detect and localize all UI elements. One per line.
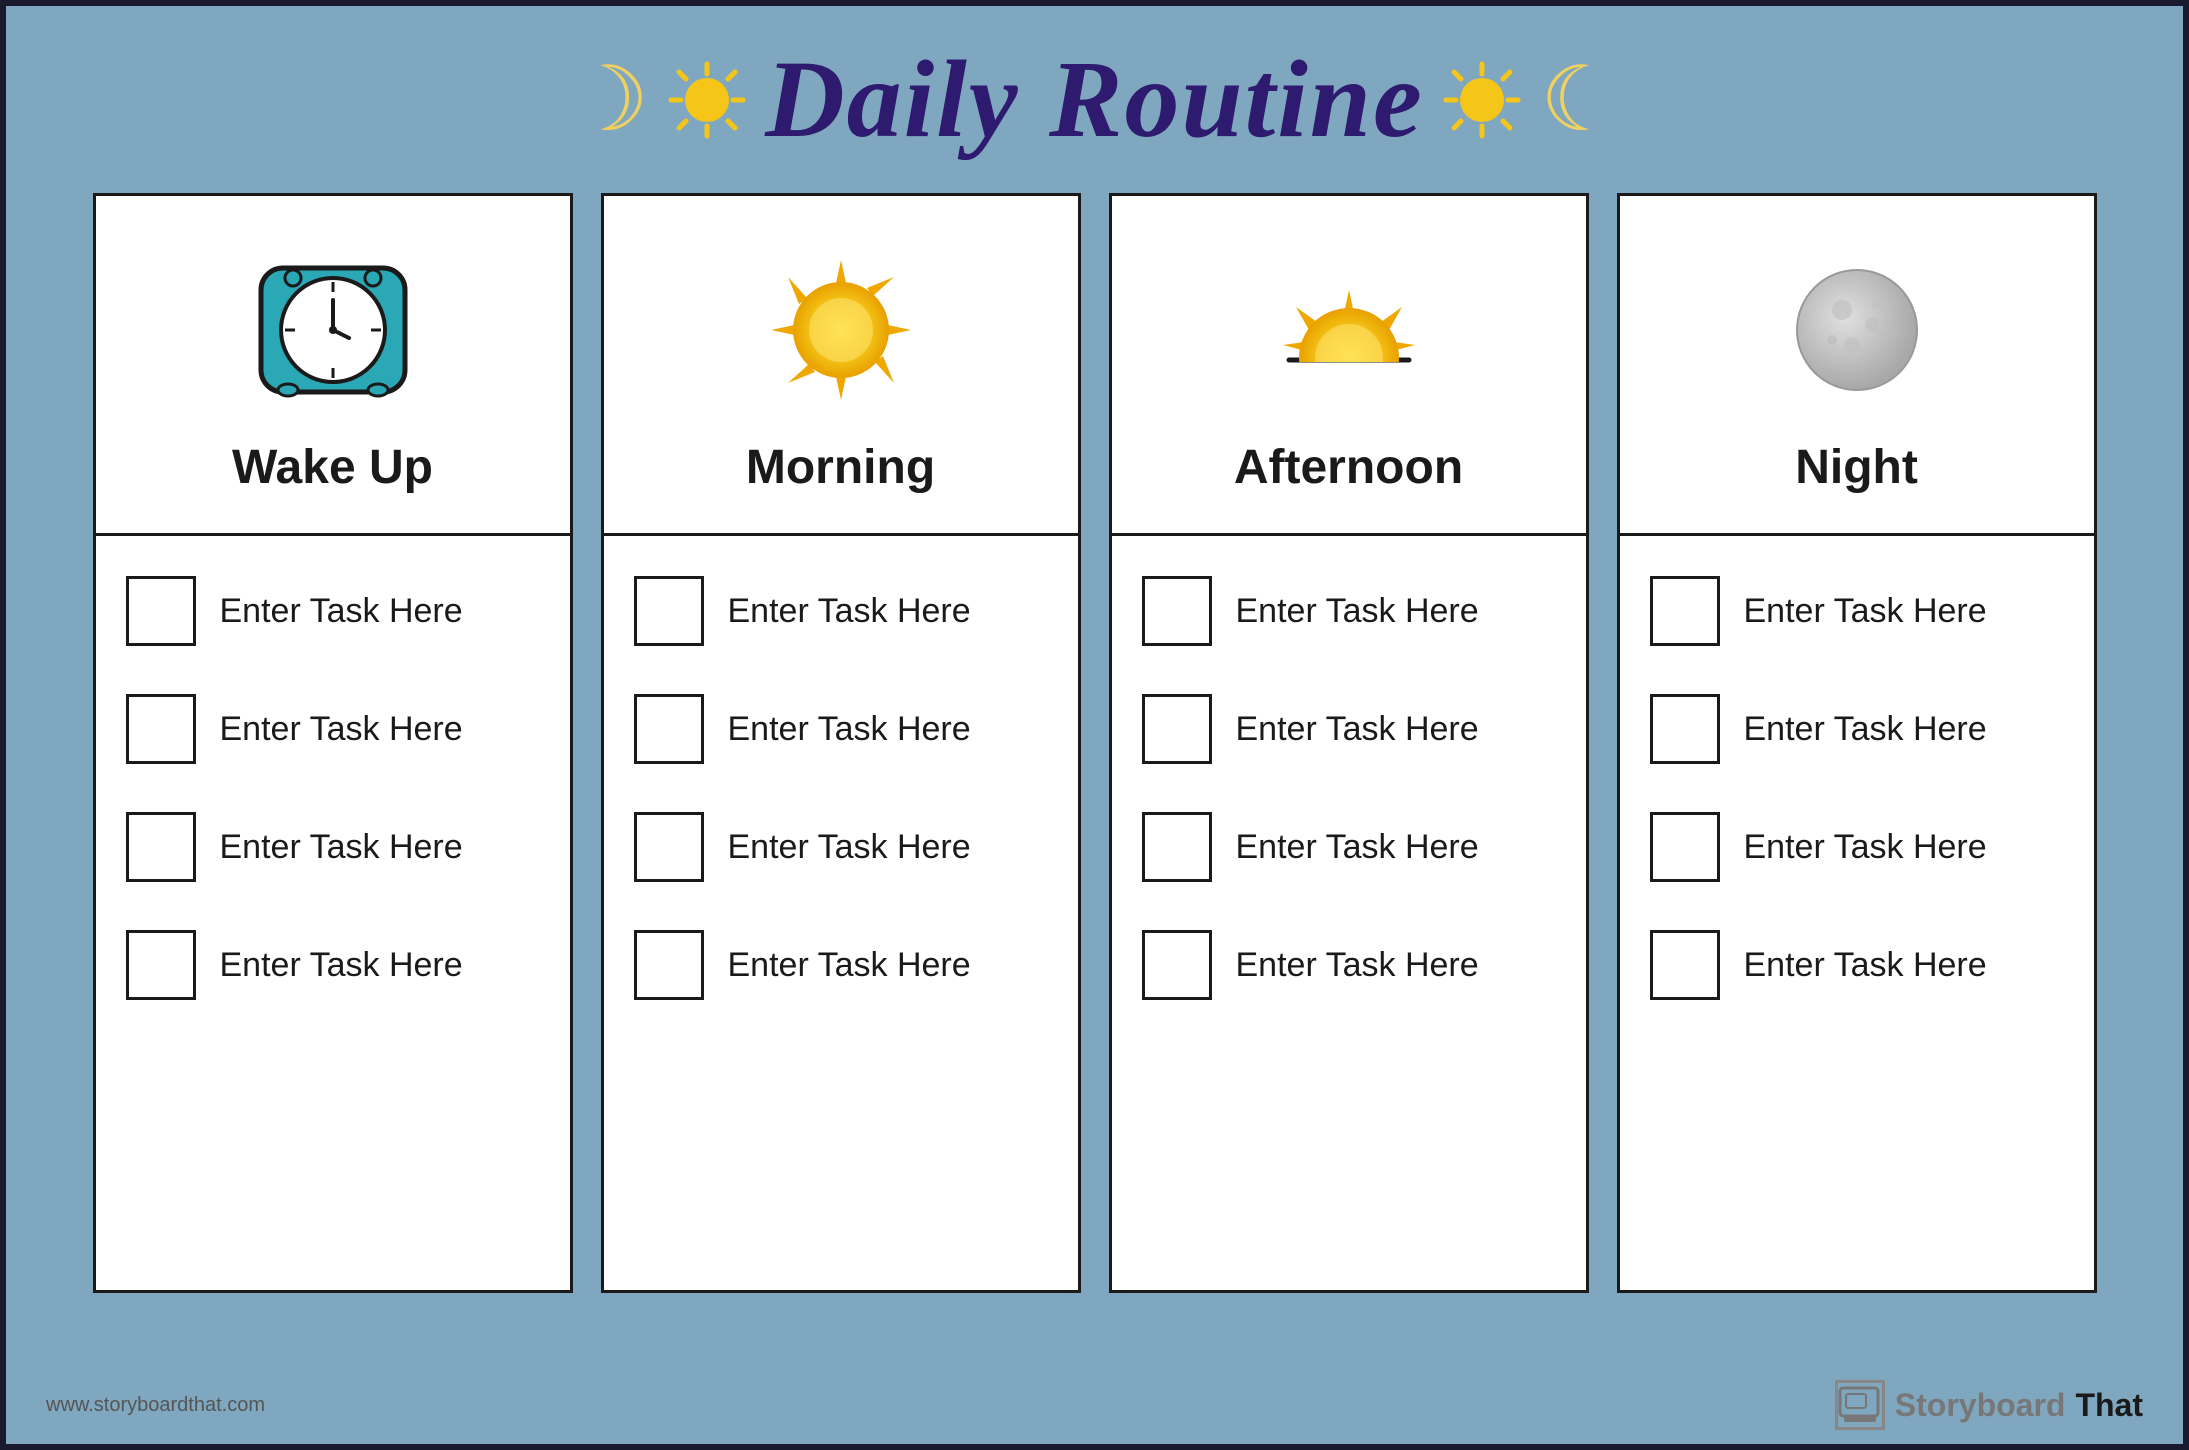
task-label-15: Enter Task Here <box>1744 828 1987 867</box>
morning-icon <box>751 240 931 420</box>
right-moon-icon: ☽ <box>1540 55 1621 145</box>
column-night-header: Night <box>1620 196 2094 536</box>
list-item: Enter Task Here <box>634 930 1048 1000</box>
task-label-1: Enter Task Here <box>220 592 463 631</box>
list-item: Enter Task Here <box>1142 576 1556 646</box>
column-afternoon-header: Afternoon <box>1112 196 1586 536</box>
list-item: Enter Task Here <box>1650 930 2064 1000</box>
task-checkbox-15[interactable] <box>1650 812 1720 882</box>
list-item: Enter Task Here <box>1650 812 2064 882</box>
list-item: Enter Task Here <box>1650 576 2064 646</box>
task-label-16: Enter Task Here <box>1744 946 1987 985</box>
task-checkbox-12[interactable] <box>1142 930 1212 1000</box>
task-checkbox-8[interactable] <box>634 930 704 1000</box>
page-header: ☽ Daily Routine ☽ <box>6 6 2183 183</box>
task-checkbox-7[interactable] <box>634 812 704 882</box>
list-item: Enter Task Here <box>634 576 1048 646</box>
task-label-2: Enter Task Here <box>220 710 463 749</box>
task-label-9: Enter Task Here <box>1236 592 1479 631</box>
task-checkbox-10[interactable] <box>1142 694 1212 764</box>
task-checkbox-1[interactable] <box>126 576 196 646</box>
right-sun-icon <box>1442 60 1522 140</box>
task-label-4: Enter Task Here <box>220 946 463 985</box>
list-item: Enter Task Here <box>126 930 540 1000</box>
logo-icon <box>1835 1380 1885 1430</box>
afternoon-label: Afternoon <box>1234 440 1463 495</box>
wake-up-tasks: Enter Task Here Enter Task Here Enter Ta… <box>96 536 570 1290</box>
page-footer: www.storyboardthat.com StoryboardThat <box>46 1380 2143 1430</box>
list-item: Enter Task Here <box>1142 694 1556 764</box>
wake-up-label: Wake Up <box>232 440 433 495</box>
left-sun-icon <box>667 60 747 140</box>
task-label-14: Enter Task Here <box>1744 710 1987 749</box>
list-item: Enter Task Here <box>126 576 540 646</box>
list-item: Enter Task Here <box>126 812 540 882</box>
afternoon-icon <box>1259 240 1439 420</box>
night-tasks: Enter Task Here Enter Task Here Enter Ta… <box>1620 536 2094 1290</box>
task-label-11: Enter Task Here <box>1236 828 1479 867</box>
task-label-5: Enter Task Here <box>728 592 971 631</box>
task-checkbox-3[interactable] <box>126 812 196 882</box>
task-checkbox-4[interactable] <box>126 930 196 1000</box>
morning-tasks: Enter Task Here Enter Task Here Enter Ta… <box>604 536 1078 1290</box>
task-label-13: Enter Task Here <box>1744 592 1987 631</box>
morning-label: Morning <box>746 440 935 495</box>
task-label-12: Enter Task Here <box>1236 946 1479 985</box>
list-item: Enter Task Here <box>634 812 1048 882</box>
task-checkbox-13[interactable] <box>1650 576 1720 646</box>
list-item: Enter Task Here <box>1142 930 1556 1000</box>
task-label-8: Enter Task Here <box>728 946 971 985</box>
column-morning: Morning Enter Task Here Enter Task Here … <box>601 193 1081 1293</box>
list-item: Enter Task Here <box>1650 694 2064 764</box>
task-label-10: Enter Task Here <box>1236 710 1479 749</box>
night-label: Night <box>1795 440 1918 495</box>
task-label-6: Enter Task Here <box>728 710 971 749</box>
task-checkbox-14[interactable] <box>1650 694 1720 764</box>
list-item: Enter Task Here <box>634 694 1048 764</box>
task-checkbox-16[interactable] <box>1650 930 1720 1000</box>
page-title: Daily Routine <box>765 36 1424 163</box>
logo-storyboard-text: Storyboard <box>1895 1387 2066 1424</box>
list-item: Enter Task Here <box>1142 812 1556 882</box>
logo-that-text: That <box>2075 1387 2143 1424</box>
wake-up-icon <box>243 240 423 420</box>
task-checkbox-6[interactable] <box>634 694 704 764</box>
column-afternoon: Afternoon Enter Task Here Enter Task Her… <box>1109 193 1589 1293</box>
task-checkbox-2[interactable] <box>126 694 196 764</box>
daily-routine-grid: Wake Up Enter Task Here Enter Task Here … <box>6 193 2183 1293</box>
column-wake-up: Wake Up Enter Task Here Enter Task Here … <box>93 193 573 1293</box>
left-moon-icon: ☽ <box>569 55 650 145</box>
task-label-3: Enter Task Here <box>220 828 463 867</box>
task-checkbox-9[interactable] <box>1142 576 1212 646</box>
night-icon <box>1767 240 1947 420</box>
footer-url: www.storyboardthat.com <box>46 1394 265 1417</box>
column-night: Night Enter Task Here Enter Task Here En… <box>1617 193 2097 1293</box>
afternoon-tasks: Enter Task Here Enter Task Here Enter Ta… <box>1112 536 1586 1290</box>
list-item: Enter Task Here <box>126 694 540 764</box>
column-morning-header: Morning <box>604 196 1078 536</box>
task-checkbox-11[interactable] <box>1142 812 1212 882</box>
task-checkbox-5[interactable] <box>634 576 704 646</box>
task-label-7: Enter Task Here <box>728 828 971 867</box>
storyboardthat-logo: StoryboardThat <box>1835 1380 2143 1430</box>
column-wake-up-header: Wake Up <box>96 196 570 536</box>
